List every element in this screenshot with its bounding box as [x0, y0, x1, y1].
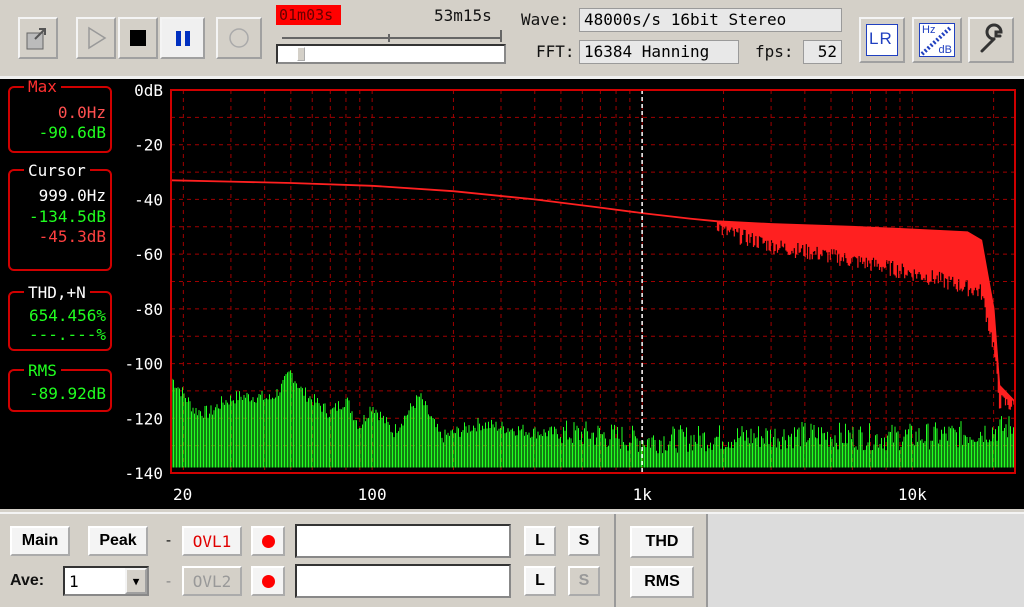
bottom-empty-area [708, 514, 1024, 607]
play-button[interactable] [76, 17, 116, 59]
fps-field: 52 [803, 40, 842, 64]
scale-settings-button[interactable]: Hz dB [912, 17, 962, 63]
y-tick-label: -120 [124, 409, 163, 428]
wave-format-field: 48000s/s 16bit Stereo [579, 8, 842, 32]
record-circle-icon [229, 28, 249, 48]
wave-label: Wave: [521, 10, 570, 29]
dash-1: - [164, 531, 174, 549]
fps-label: fps: [755, 42, 794, 61]
stop-icon [130, 30, 146, 46]
record-button[interactable] [216, 17, 262, 59]
export-icon [26, 28, 46, 50]
peak-button[interactable]: Peak [88, 526, 148, 556]
stop-button[interactable] [118, 17, 158, 59]
spectrum-display: Max 0.0Hz -90.6dB Cursor 999.0Hz -134.5d… [0, 79, 1024, 509]
y-tick-label: -100 [124, 355, 163, 374]
x-tick-label: 1k [633, 485, 653, 504]
ruler-scale-icon: Hz dB [919, 23, 955, 57]
record-dot-icon [261, 574, 275, 588]
rms-button[interactable]: RMS [630, 566, 694, 598]
seek-tick-mid [388, 34, 390, 42]
ave-select-value: 1 [69, 572, 79, 591]
chart-series [170, 90, 1016, 473]
red-channel-band [716, 221, 1015, 410]
x-tick-label: 10k [898, 485, 927, 504]
fft-setting-field: 16384 Hanning [579, 40, 739, 64]
dash-2: - [164, 572, 174, 590]
ovl2-record-button[interactable] [251, 566, 285, 596]
pause-icon [175, 31, 190, 46]
y-tick-label: 0dB [134, 81, 163, 100]
toolbar: 01m03s 53m15s Wave: 48000s/s 16bit Stere… [0, 0, 1024, 76]
seek-tick-end [500, 30, 502, 42]
seek-slider-thumb[interactable] [296, 47, 305, 61]
ovl1-button[interactable]: OVL1 [182, 526, 242, 556]
wrench-icon [980, 23, 1003, 53]
y-tick-label: -20 [134, 136, 163, 155]
ovl2-save-button[interactable]: S [568, 566, 600, 596]
fft-label: FFT: [536, 42, 575, 61]
lr-channel-button[interactable]: LR [859, 17, 905, 63]
ave-label: Ave: [10, 572, 45, 589]
y-tick-label: -40 [134, 190, 163, 209]
bottom-separator-1 [614, 514, 616, 607]
chevron-down-icon[interactable]: ▼ [125, 568, 147, 594]
pause-button[interactable] [160, 17, 205, 59]
ovl2-button[interactable]: OVL2 [182, 566, 242, 596]
elapsed-time: 01m03s [276, 5, 341, 25]
red-channel-spectrum [170, 179, 1016, 403]
play-icon [88, 26, 107, 50]
seek-track [282, 37, 502, 39]
x-tick-label: 20 [173, 485, 192, 504]
main-button[interactable]: Main [10, 526, 70, 556]
ovl1-load-button[interactable]: L [524, 526, 556, 556]
ave-select[interactable]: 1 ▼ [63, 566, 149, 596]
ovl1-record-button[interactable] [251, 526, 285, 556]
ovl2-name-input[interactable] [295, 564, 511, 598]
y-tick-label: -140 [124, 464, 163, 483]
thd-button[interactable]: THD [630, 526, 694, 558]
tools-button[interactable] [968, 17, 1014, 63]
ovl1-save-button[interactable]: S [568, 526, 600, 556]
total-time: 53m15s [434, 6, 492, 25]
spectrum-chart[interactable]: 0dB -20 -40 -60 -80 -100 -120 -140 20 100 1k 10k [0, 79, 1024, 509]
x-tick-label: 100 [358, 485, 387, 504]
ovl1-name-input[interactable] [295, 524, 511, 558]
lr-channel-icon: LR [866, 24, 898, 56]
record-dot-icon [261, 534, 275, 548]
lr-text: LR [869, 29, 893, 48]
bottom-controls: Main Peak - OVL1 L S Ave: 1 ▼ - OVL2 L S… [0, 512, 1024, 607]
y-tick-label: -60 [134, 245, 163, 264]
ruler-stripe [920, 26, 952, 56]
export-button[interactable] [18, 17, 58, 59]
seek-slider[interactable] [276, 44, 506, 64]
ovl2-load-button[interactable]: L [524, 566, 556, 596]
y-tick-label: -80 [134, 300, 163, 319]
green-channel-spectrum [171, 370, 1014, 468]
